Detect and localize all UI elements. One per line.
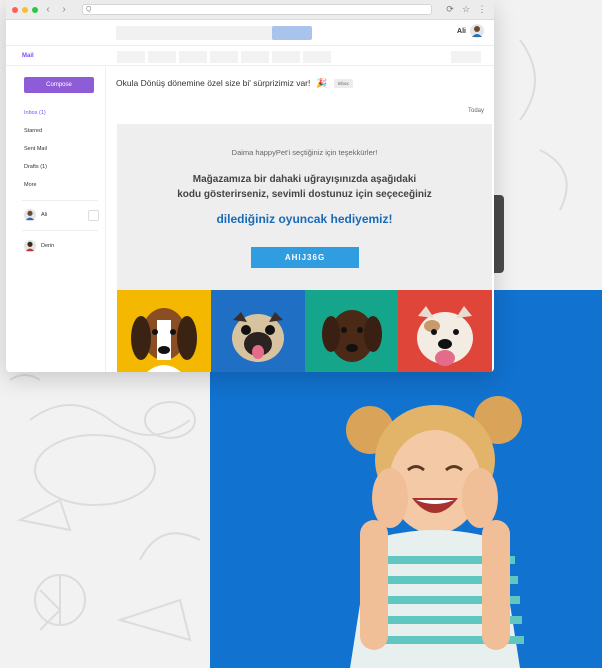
minimize-dot-icon[interactable] <box>22 6 28 13</box>
user-name: Ali <box>457 27 466 35</box>
mail-date: Today <box>467 108 484 114</box>
contact-name: Derin <box>41 243 55 249</box>
gift-highlight: dilediğiniz oyuncak hediyemiz! <box>216 212 393 226</box>
mail-window: ‹ › Q ⟳ ☆ ⋮ Ali Mail Compose Inbox (1) S… <box>6 0 494 372</box>
dog-photo-strip <box>117 290 492 372</box>
toolbar-slot[interactable] <box>148 51 176 63</box>
toolbar-slot[interactable] <box>451 51 481 63</box>
url-text: Q <box>86 6 92 13</box>
toolbar-slot[interactable] <box>241 51 269 63</box>
sidebar-item-more[interactable]: More <box>24 182 37 188</box>
search-button[interactable] <box>272 26 312 40</box>
maximize-dot-icon[interactable] <box>32 6 38 13</box>
thanks-text: Daima happyPet'i seçtiğiniz için teşekkü… <box>231 148 378 157</box>
contact-checkbox[interactable] <box>88 209 100 221</box>
sidebar-divider <box>22 200 98 201</box>
sidebar-divider <box>22 230 98 231</box>
browser-titlebar: ‹ › Q ⟳ ☆ ⋮ <box>6 0 494 20</box>
pitch-line-1: Mağazamıza bir dahaki uğrayışınızda aşağ… <box>192 174 417 185</box>
star-icon[interactable]: ☆ <box>460 4 472 15</box>
avatar-icon <box>24 240 36 252</box>
back-arrow-icon[interactable]: ‹ <box>42 4 54 15</box>
reload-icon[interactable]: ⟳ <box>444 4 456 15</box>
toolbar-slot[interactable] <box>210 51 238 63</box>
mail-header: Okula Dönüş dönemine özel size bi' sürpr… <box>116 72 486 94</box>
smiling-girl-image <box>346 396 524 668</box>
pitch-text: Mağazamıza bir dahaki uğrayışınızda aşağ… <box>117 172 492 202</box>
beagle-photo <box>117 290 211 372</box>
compose-button[interactable]: Compose <box>24 77 94 93</box>
inbox-tag[interactable]: Inbox <box>333 78 353 88</box>
party-popper-icon: 🎉 <box>316 77 328 88</box>
mail-toolbar: Mail <box>6 46 494 66</box>
toolbar-slot[interactable] <box>117 51 145 63</box>
contact-derin[interactable]: Derin <box>24 240 54 252</box>
close-dot-icon[interactable] <box>12 6 18 13</box>
sidebar-item-starred[interactable]: Starred <box>24 128 42 134</box>
address-bar[interactable]: Q <box>82 4 432 15</box>
sidebar-item-drafts[interactable]: Drafts (1) <box>24 164 47 170</box>
toolbar-slot[interactable] <box>179 51 207 63</box>
labrador-photo <box>304 290 399 372</box>
user-menu[interactable]: Ali <box>457 24 484 38</box>
mail-topbar: Ali <box>6 20 494 46</box>
bulldog-photo <box>398 290 492 372</box>
contact-ali[interactable]: Ali <box>24 209 100 221</box>
mail-body: Daima happyPet'i seçtiğiniz için teşekkü… <box>117 124 492 372</box>
sidebar-item-sent[interactable]: Sent Mail <box>24 146 47 152</box>
mail-sidebar: Compose Inbox (1) Starred Sent Mail Draf… <box>6 67 106 372</box>
mail-label: Mail <box>22 53 34 59</box>
avatar-icon <box>24 209 36 221</box>
mail-subject: Okula Dönüş dönemine özel size bi' sürpr… <box>116 78 311 88</box>
coupon-code-button[interactable]: AHIJ36G <box>251 247 359 268</box>
toolbar-slot[interactable] <box>303 51 331 63</box>
pug-photo <box>210 290 305 372</box>
toolbar-slot[interactable] <box>272 51 300 63</box>
menu-dots-icon[interactable]: ⋮ <box>476 4 488 15</box>
pitch-line-2: kodu gösterirseniz, sevimli dostunuz içi… <box>177 189 432 200</box>
avatar-icon <box>470 24 484 38</box>
forward-arrow-icon[interactable]: › <box>58 4 70 15</box>
sidebar-item-inbox[interactable]: Inbox (1) <box>24 110 46 116</box>
contact-name: Ali <box>41 212 48 218</box>
